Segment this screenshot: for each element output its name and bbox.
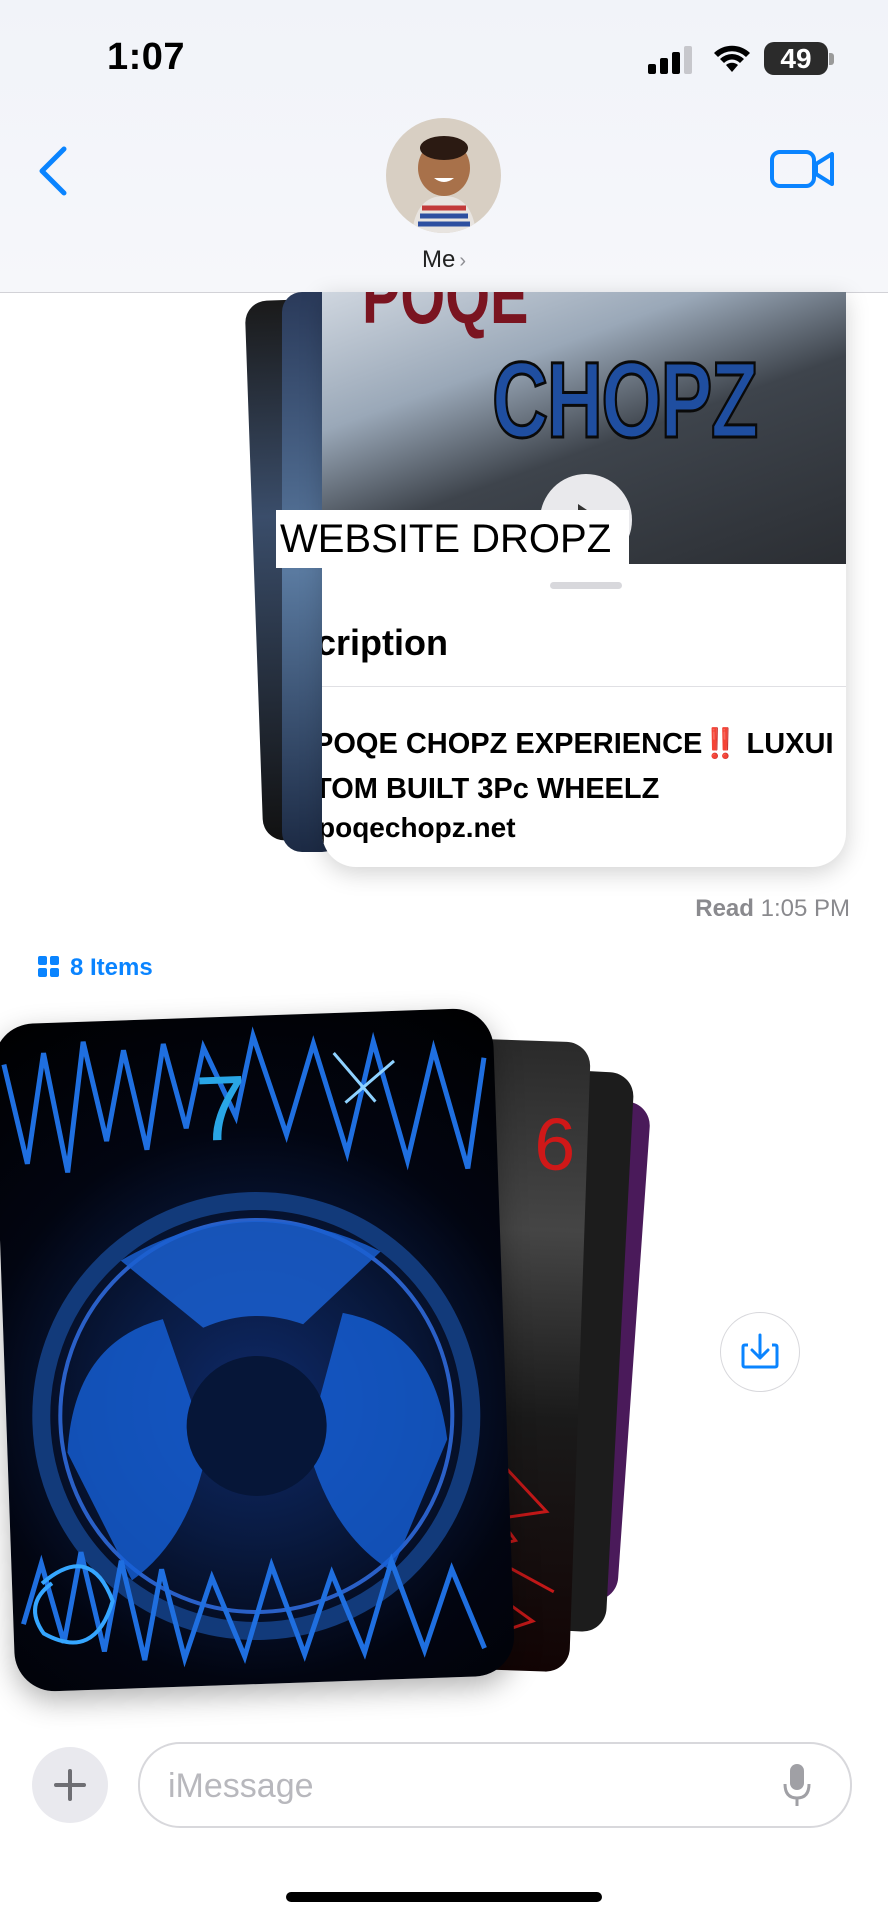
video-call-icon[interactable] [770, 148, 834, 190]
download-tray-icon [741, 1333, 779, 1369]
home-indicator [286, 1892, 602, 1902]
battery-indicator: 49 [764, 42, 828, 75]
read-receipt: Read 1:05 PM [695, 895, 850, 923]
read-status: Read [695, 895, 754, 922]
message-input-field[interactable] [138, 1742, 852, 1828]
plus-icon [54, 1769, 86, 1801]
contact-chevron-icon: › [459, 250, 466, 272]
description-text: POQE CHOPZ EXPERIENCE‼️ LUXUI TOM BUILT … [322, 722, 846, 812]
grid-icon [38, 956, 59, 977]
avatar-photo [412, 136, 476, 233]
description-line-2: TOM BUILT 3Pc WHEELZ [322, 773, 660, 805]
link-label-overlay: WEBSITE DROPZ [276, 510, 630, 568]
description-heading: cription [322, 622, 448, 663]
photo-stack-items-link[interactable]: 8 Items [38, 954, 153, 982]
apps-plus-button[interactable] [32, 1747, 108, 1823]
back-chevron-icon[interactable] [36, 145, 70, 197]
link-url[interactable]: poqechopz.net [322, 812, 516, 844]
wheel-artwork [1, 1026, 487, 1668]
contact-avatar[interactable] [386, 118, 501, 233]
contact-name[interactable]: Me › [0, 246, 888, 274]
thumbnail-top-text: POQE [362, 292, 529, 340]
photo-stack-front[interactable]: 7 [0, 1007, 516, 1693]
link-preview-card[interactable]: POQE CHOPZ cription POQE CHOPZ EXPERIENC… [322, 292, 846, 867]
read-time: 1:05 PM [760, 895, 850, 922]
thumbnail-title: CHOPZ [491, 338, 760, 462]
save-photos-button[interactable] [720, 1312, 800, 1392]
status-time: 1:07 [107, 36, 186, 78]
photo-front-number: 7 [193, 1057, 249, 1161]
divider [322, 686, 846, 687]
conversation-header: 1:07 49 Me › [0, 0, 888, 293]
battery-tip [829, 53, 834, 65]
link-label-text: WEBSITE DROPZ [280, 517, 612, 561]
description-line-1: POQE CHOPZ EXPERIENCE‼️ LUXUI [322, 728, 834, 760]
cellular-signal-icon [648, 46, 692, 74]
sheet-grabber [550, 582, 622, 589]
microphone-icon[interactable] [782, 1762, 812, 1808]
photo-back-number: 6 [532, 1101, 577, 1187]
contact-name-label: Me [421, 246, 456, 273]
message-input[interactable] [166, 1744, 770, 1828]
items-count-label: 8 Items [70, 954, 153, 981]
wifi-icon [714, 45, 750, 72]
